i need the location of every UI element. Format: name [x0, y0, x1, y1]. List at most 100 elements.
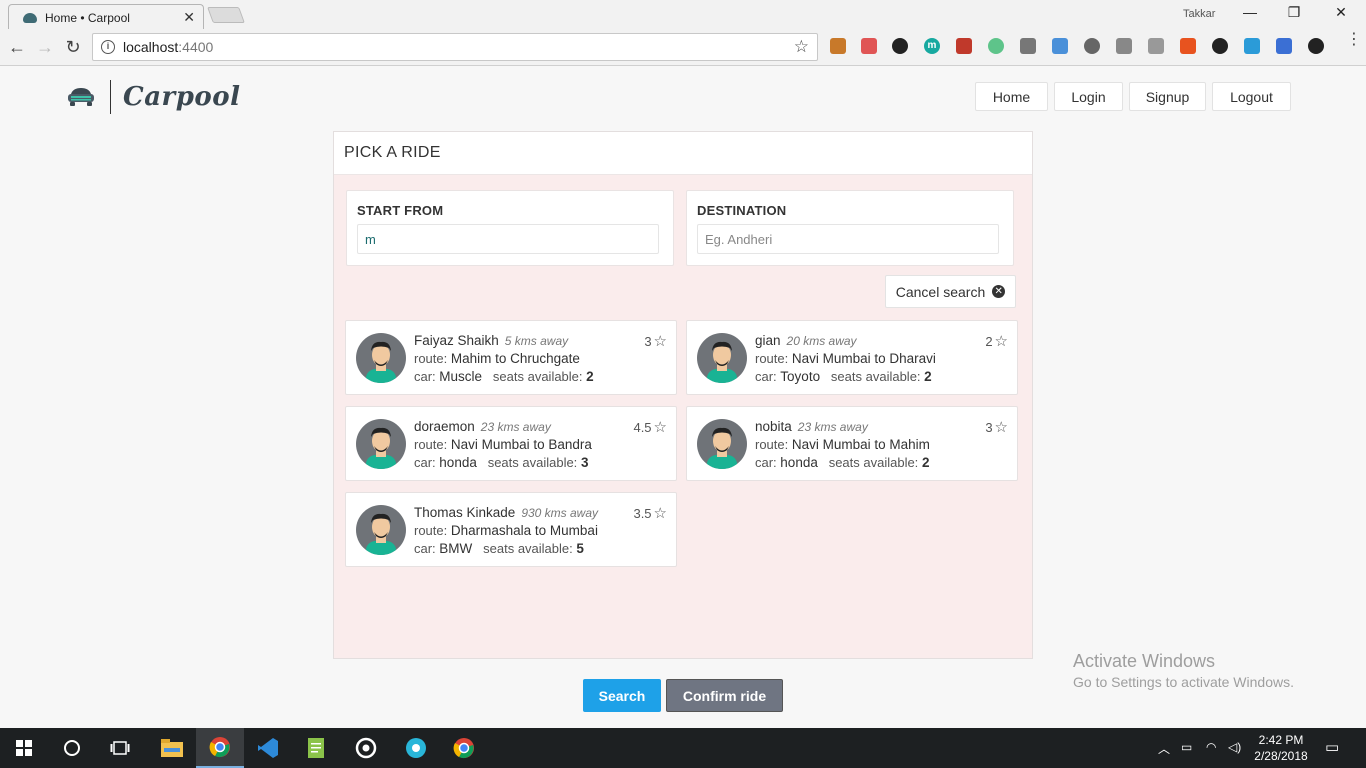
car-logo-icon: [68, 88, 94, 106]
car-label: car:: [414, 369, 436, 384]
logo[interactable]: Carpool: [66, 80, 240, 114]
file-explorer-icon[interactable]: [148, 728, 196, 768]
browser-tab[interactable]: Home • Carpool ✕: [8, 4, 204, 30]
ride-distance: 20 kms away: [786, 334, 857, 348]
ride-seats: 5: [576, 541, 584, 556]
star-icon: ☆: [653, 333, 667, 350]
extension-icon[interactable]: [1276, 38, 1292, 54]
github-icon[interactable]: [1212, 38, 1228, 54]
nav-login[interactable]: Login: [1054, 82, 1123, 111]
chrome-icon[interactable]: [196, 728, 244, 768]
browser-tab-bar: Home • Carpool ✕ Takkar — ❐ ✕: [0, 0, 1366, 30]
destination-input[interactable]: [697, 224, 999, 254]
ride-card[interactable]: Thomas Kinkade 930 kms away route: Dharma…: [345, 492, 677, 567]
nav-logout[interactable]: Logout: [1212, 82, 1291, 111]
reload-icon[interactable]: ↻: [62, 36, 84, 58]
address-bar[interactable]: i localhost:4400 ☆: [92, 33, 818, 61]
ride-seats: 2: [921, 455, 930, 470]
route-label: route:: [414, 351, 448, 366]
task-view-icon[interactable]: [96, 728, 144, 768]
ride-driver-name: Thomas Kinkade: [414, 505, 516, 520]
rating-value: 4.5: [633, 419, 652, 435]
site-info-icon[interactable]: i: [101, 40, 115, 54]
ride-route: Navi Mumbai to Mahim: [791, 437, 930, 452]
ride-seats: 2: [586, 369, 594, 384]
notepad-icon[interactable]: [292, 728, 340, 768]
activate-windows-watermark: Activate Windows Go to Settings to activ…: [1073, 651, 1294, 690]
ride-info: Faiyaz Shaikh 5 kms away route: Mahim to …: [414, 332, 594, 386]
extension-icon[interactable]: [956, 38, 972, 54]
battery-icon[interactable]: ▭: [1181, 740, 1192, 754]
extension-icon[interactable]: [1116, 38, 1132, 54]
ride-car: BMW: [439, 541, 473, 556]
extension-icon[interactable]: [1244, 38, 1260, 54]
ride-driver-name: nobita: [755, 419, 792, 434]
chevron-up-icon[interactable]: ︿: [1158, 740, 1170, 757]
windows-start-icon[interactable]: [0, 728, 48, 768]
ride-car: honda: [780, 455, 818, 470]
extension-icon[interactable]: [1084, 38, 1100, 54]
extension-icon[interactable]: [861, 38, 877, 54]
extension-icon[interactable]: [830, 38, 846, 54]
volume-icon[interactable]: ◁): [1228, 740, 1241, 754]
avatar: [356, 333, 406, 383]
ride-card[interactable]: Faiyaz Shaikh 5 kms away route: Mahim to …: [345, 320, 677, 395]
route-label: route:: [414, 437, 448, 452]
url-text[interactable]: localhost:4400: [123, 39, 794, 55]
ride-distance: 5 kms away: [504, 334, 569, 348]
avatar: [697, 333, 747, 383]
restore-icon[interactable]: ❐: [1284, 4, 1304, 21]
logo-divider: [110, 80, 111, 114]
chrome-icon[interactable]: [440, 728, 488, 768]
route-label: route:: [414, 523, 448, 538]
app-icon[interactable]: [392, 728, 440, 768]
close-window-icon[interactable]: ✕: [1331, 4, 1351, 21]
cancel-search-button[interactable]: Cancel search ✕: [885, 275, 1016, 308]
route-label: route:: [755, 437, 789, 452]
extension-icon[interactable]: [1020, 38, 1036, 54]
extension-icon[interactable]: [1180, 38, 1196, 54]
taskbar-clock[interactable]: 2:42 PM 2/28/2018: [1244, 732, 1318, 764]
windows-taskbar: ︿ ▭ ◠ ◁) 2:42 PM 2/28/2018 ▭: [0, 728, 1366, 768]
ride-car: Muscle: [439, 369, 483, 384]
ride-car: honda: [439, 455, 477, 470]
profile-name[interactable]: Takkar: [1183, 8, 1215, 20]
ride-rating: 3 ☆: [985, 418, 1008, 436]
menu-kebab-icon[interactable]: ⋮: [1346, 32, 1362, 48]
target-app-icon[interactable]: [342, 728, 390, 768]
seats-label: seats available:: [483, 541, 573, 556]
new-tab-button[interactable]: [207, 7, 245, 23]
extension-icon[interactable]: [1052, 38, 1068, 54]
seats-label: seats available:: [492, 369, 583, 384]
minimize-icon[interactable]: —: [1240, 4, 1260, 20]
ride-route: Dharmashala to Mumbai: [450, 523, 598, 538]
extension-icon[interactable]: [1148, 38, 1164, 54]
ride-card[interactable]: doraemon 23 kms away route: Navi Mumbai t…: [345, 406, 677, 481]
confirm-ride-button[interactable]: Confirm ride: [666, 679, 783, 712]
extension-icon[interactable]: [988, 38, 1004, 54]
wifi-icon[interactable]: ◠: [1206, 740, 1216, 754]
back-arrow-icon[interactable]: ←: [6, 36, 28, 58]
rating-value: 2: [985, 333, 993, 349]
start-from-card: START FROM: [346, 190, 674, 266]
search-button[interactable]: Search: [583, 679, 661, 712]
github-icon[interactable]: [1308, 38, 1324, 54]
avatar: [356, 419, 406, 469]
extension-icon[interactable]: [892, 38, 908, 54]
ride-rating: 2 ☆: [985, 332, 1008, 350]
ride-card[interactable]: nobita 23 kms away route: Navi Mumbai to …: [686, 406, 1018, 481]
forward-arrow-icon[interactable]: →: [34, 36, 56, 58]
nav-signup[interactable]: Signup: [1129, 82, 1206, 111]
avatar: [356, 505, 406, 555]
cortana-icon[interactable]: [48, 728, 96, 768]
vscode-icon[interactable]: [244, 728, 292, 768]
tab-close-icon[interactable]: ✕: [183, 9, 195, 26]
car-label: car:: [414, 455, 436, 470]
ride-card[interactable]: gian 20 kms away route: Navi Mumbai to Dh…: [686, 320, 1018, 395]
bookmark-star-icon[interactable]: ☆: [794, 37, 809, 57]
start-from-input[interactable]: [357, 224, 659, 254]
extension-icon[interactable]: m: [924, 38, 940, 54]
notifications-icon[interactable]: ▭: [1325, 738, 1339, 756]
ride-route: Mahim to Chruchgate: [450, 351, 580, 366]
nav-home[interactable]: Home: [975, 82, 1048, 111]
